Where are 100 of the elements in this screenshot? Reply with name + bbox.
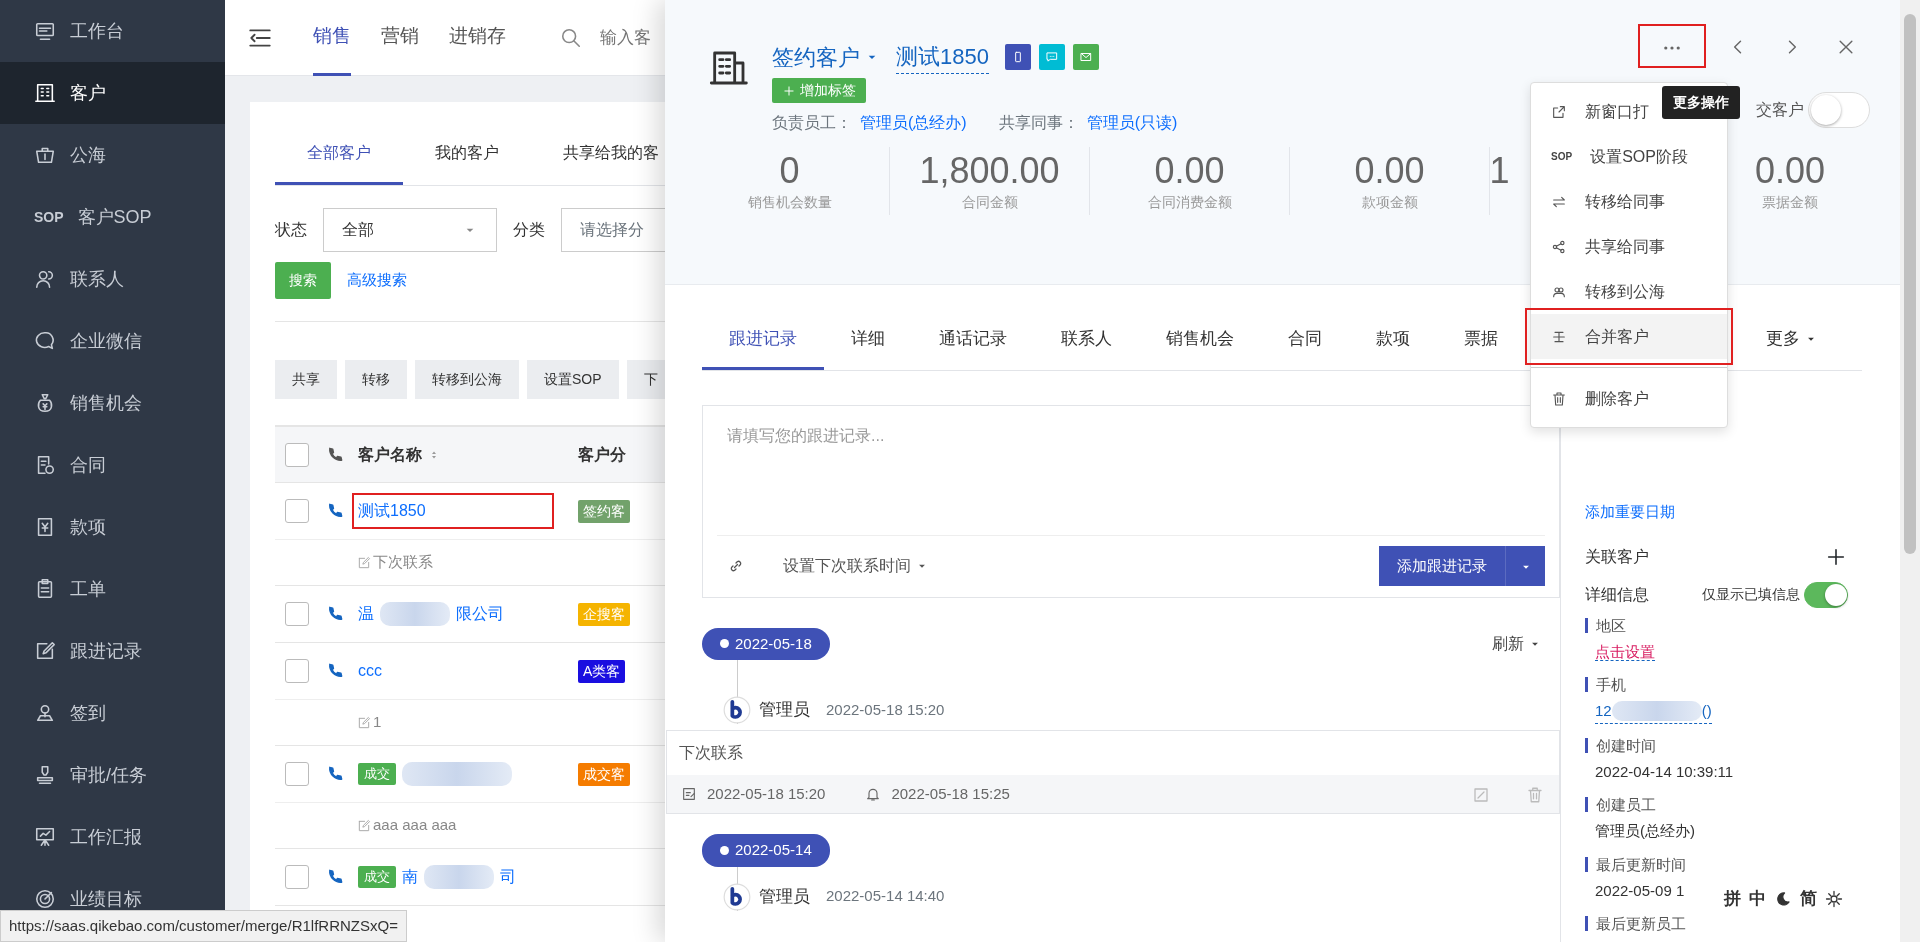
stat-value: 1,800.00: [918, 149, 1061, 193]
next-contact-dropdown[interactable]: 设置下次联系时间: [783, 554, 929, 578]
list-tab[interactable]: 我的客户: [403, 124, 531, 185]
target-icon: [34, 888, 56, 910]
more-tab[interactable]: 更多: [1739, 311, 1862, 370]
row-checkbox[interactable]: [285, 762, 309, 786]
customer-name-link[interactable]: 限公司: [456, 602, 504, 626]
status-select[interactable]: 全部: [323, 208, 497, 252]
phone-number[interactable]: 12 (): [1595, 700, 1712, 724]
refresh-dropdown[interactable]: 刷新: [1492, 631, 1542, 656]
customer-name-link[interactable]: 南: [402, 865, 418, 889]
sidebar-item[interactable]: 审批/任务: [0, 744, 225, 806]
set-region-link[interactable]: 点击设置: [1595, 642, 1655, 661]
menu-item[interactable]: 共享给同事: [1531, 224, 1727, 269]
building-icon: [34, 82, 56, 104]
sidebar-item[interactable]: 公海: [0, 124, 225, 186]
action-button[interactable]: 共享: [275, 360, 337, 399]
sidebar-item[interactable]: 工作台: [0, 0, 225, 62]
customer-name-link[interactable]: ccc: [358, 659, 382, 683]
menu-label: 转移到公海: [1585, 281, 1665, 302]
customer-name-link[interactable]: 温: [358, 602, 374, 626]
author-name: 管理员: [759, 699, 810, 722]
dropdown-toggle-button[interactable]: [1505, 546, 1545, 586]
sidebar-item[interactable]: 工单: [0, 558, 225, 620]
edit-note-icon: [357, 818, 371, 833]
chat-button[interactable]: [1038, 44, 1065, 70]
action-button[interactable]: 转移: [345, 360, 407, 399]
customer-name-link[interactable]: 司: [500, 865, 516, 889]
field-label: 创建时间: [1585, 737, 1860, 753]
owner-link[interactable]: 管理员(总经办): [860, 111, 967, 135]
sidebar-item[interactable]: 跟进记录: [0, 620, 225, 682]
trash-icon: [1526, 785, 1544, 804]
entry-content: 下次联系: [678, 743, 744, 763]
sidebar-item[interactable]: 客户: [0, 62, 225, 124]
follow-up-editor[interactable]: 请填写您的跟进记录... 设置下次联系时间 添加跟进记录: [702, 405, 1560, 598]
field-label: 地区: [1585, 617, 1860, 633]
row-checkbox[interactable]: [285, 659, 309, 683]
sidebar-label: 业绩目标: [70, 887, 142, 911]
menu-item[interactable]: 转移给同事: [1531, 179, 1727, 224]
stat-label: 合同消费金额: [1146, 193, 1233, 213]
edit-note-icon: [357, 555, 371, 570]
sidebar-item[interactable]: 合同: [0, 434, 225, 496]
menu-label: 新窗口打: [1585, 101, 1649, 122]
status-url-tooltip: https://saas.qikebao.com/customer/merge/R1lfRRNZSxQ=: [0, 909, 407, 942]
add-follow-up-button[interactable]: 添加跟进记录: [1379, 546, 1505, 586]
detail-tab[interactable]: 联系人: [1034, 311, 1139, 370]
nav-tab[interactable]: 销售: [313, 0, 351, 76]
menu-item[interactable]: 合并客户: [1531, 314, 1727, 359]
detail-tab[interactable]: 详细: [824, 311, 912, 370]
menu-item[interactable]: 转移到公海: [1531, 269, 1727, 314]
toggle-label: 交客户: [1756, 100, 1804, 120]
deal-toggle[interactable]: [1808, 92, 1870, 128]
select-all-checkbox[interactable]: [285, 442, 309, 467]
nav-tab[interactable]: 营销: [381, 0, 419, 76]
field-value: 2022-05-09 1: [1595, 881, 1685, 899]
detail-tab[interactable]: 销售机会: [1139, 311, 1261, 370]
customer-name[interactable]: 测试1850: [896, 40, 989, 74]
sidebar-item[interactable]: 签到: [0, 682, 225, 744]
shared-link[interactable]: 管理员(只读): [1086, 111, 1178, 135]
ime-key[interactable]: 拼: [1724, 886, 1741, 912]
sidebar-item[interactable]: 销售机会: [0, 372, 225, 434]
sidebar-item[interactable]: SOP 客户SOP: [0, 186, 225, 248]
email-button[interactable]: [1072, 44, 1099, 70]
row-checkbox[interactable]: [285, 499, 309, 523]
row-checkbox[interactable]: [285, 602, 309, 626]
list-tab[interactable]: 全部客户: [275, 124, 403, 185]
mail-icon: [1078, 50, 1093, 64]
nav-tab[interactable]: 进销存: [449, 0, 506, 76]
sidebar-item[interactable]: 款项: [0, 496, 225, 558]
action-button[interactable]: 转移到公海: [415, 360, 519, 399]
ime-key[interactable]: 简: [1800, 886, 1817, 912]
menu-item[interactable]: SOP 设置SOP阶段: [1531, 134, 1727, 179]
detail-tab[interactable]: 跟进记录: [702, 311, 824, 370]
detail-tab[interactable]: 票据: [1437, 311, 1525, 370]
sidebar-label: 工单: [70, 577, 106, 601]
sidebar-item[interactable]: 工作汇报: [0, 806, 225, 868]
entry-time: 2022-05-18 15:20: [826, 699, 945, 720]
sidebar-item[interactable]: 企业微信: [0, 310, 225, 372]
customer-name-link[interactable]: 测试1850: [358, 499, 426, 523]
category-tag: 签约客: [578, 499, 630, 523]
detail-tab[interactable]: 款项: [1349, 311, 1437, 370]
stat-value: 0: [778, 149, 801, 193]
edit-note-icon: [681, 786, 697, 802]
sidebar-label: 跟进记录: [70, 639, 142, 663]
filled-only-toggle[interactable]: [1804, 581, 1848, 608]
section-title: 详细信息: [1585, 584, 1649, 605]
sidebar-item[interactable]: 联系人: [0, 248, 225, 310]
avatar-logo-icon: [723, 882, 751, 911]
ime-key[interactable]: 中: [1749, 886, 1766, 912]
add-date-link[interactable]: 添加重要日期: [1585, 501, 1860, 524]
scrollbar[interactable]: [1900, 0, 1920, 942]
detail-tab[interactable]: 合同: [1261, 311, 1349, 370]
detail-tab[interactable]: 通话记录: [912, 311, 1034, 370]
row-checkbox[interactable]: [285, 865, 309, 889]
phone-button[interactable]: [1004, 44, 1031, 70]
action-button[interactable]: 设置SOP: [527, 360, 619, 399]
deal-tag: 成交: [358, 866, 396, 888]
status-dropdown[interactable]: 签约客户: [772, 40, 880, 74]
sidebar-label: 款项: [70, 515, 106, 539]
advanced-search-link[interactable]: 高级搜索: [347, 269, 407, 292]
